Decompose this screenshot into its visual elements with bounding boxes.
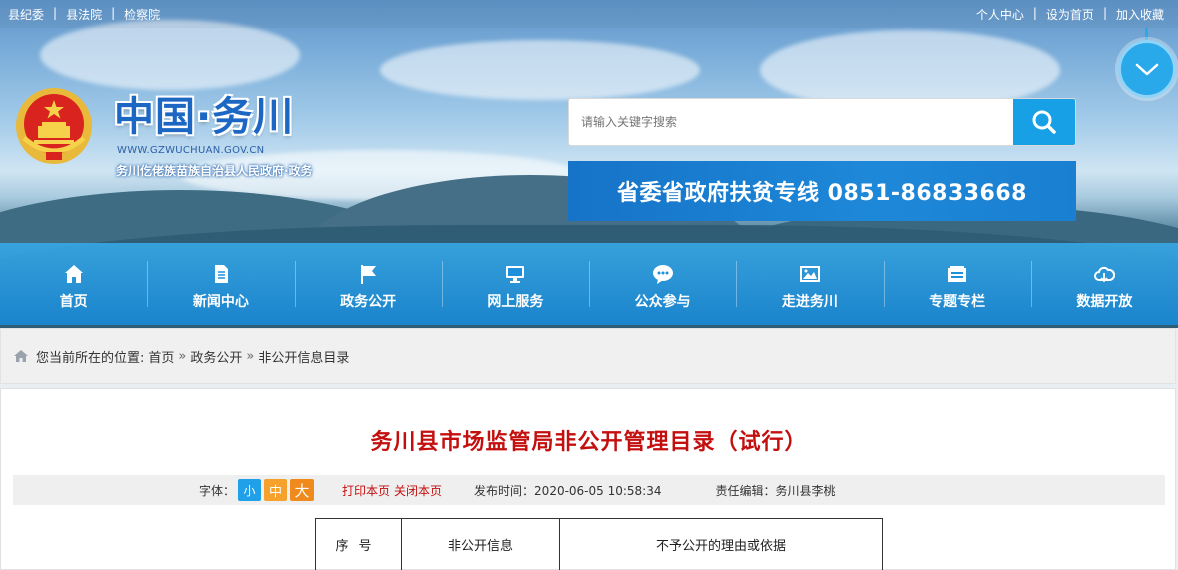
- responsible-editor: 责任编辑：务川县李桃: [715, 483, 836, 498]
- table-header-row: 序号 非公开信息 不予公开的理由或依据: [315, 518, 883, 570]
- nav-label: 专题专栏: [929, 294, 986, 310]
- search-icon: [1032, 110, 1056, 134]
- search-button[interactable]: [1013, 98, 1076, 146]
- poverty-hotline-banner[interactable]: 省委省政府扶贫专线 0851-86833668: [568, 161, 1076, 221]
- top-link-court[interactable]: 县法院: [66, 6, 102, 23]
- nav-label: 新闻中心: [192, 294, 249, 310]
- breadcrumb-prefix: 您当前所在的位置:: [36, 350, 145, 366]
- nav-item-news[interactable]: 新闻中心: [147, 243, 294, 325]
- directory-table: 序号 非公开信息 不予公开的理由或依据: [315, 518, 883, 570]
- breadcrumb-separator: »: [178, 348, 187, 364]
- nav-item-special-topics[interactable]: 专题专栏: [883, 243, 1031, 325]
- top-link-discipline[interactable]: 县纪委: [8, 6, 44, 23]
- font-medium-button[interactable]: 中: [264, 479, 288, 501]
- nav-item-public-participation[interactable]: 公众参与: [589, 243, 736, 325]
- table-header-reason: 不予公开的理由或依据: [559, 518, 883, 570]
- breadcrumb-current[interactable]: 非公开信息目录: [258, 347, 349, 366]
- breadcrumb: 您当前所在的位置: 首页 » 政务公开 » 非公开信息目录: [0, 328, 1176, 384]
- chat-icon: [652, 265, 673, 284]
- national-emblem-icon: [16, 88, 92, 164]
- cloud-icon: [1094, 266, 1116, 283]
- top-link-add-favorite[interactable]: 加入收藏: [1116, 6, 1164, 23]
- home-icon: [14, 350, 28, 362]
- picture-icon: [799, 266, 820, 282]
- nav-item-open-data[interactable]: 数据开放: [1030, 243, 1178, 325]
- article-title: 务川县市场监管局非公开管理目录（试行）: [370, 430, 808, 455]
- top-bar: 县纪委 | 县法院 | 检察院 个人中心 | 设为首页 | 加入收藏: [0, 0, 1178, 28]
- search-input[interactable]: [568, 98, 1014, 146]
- flag-icon: [361, 265, 377, 284]
- home-icon: [64, 265, 83, 283]
- nav-label: 走进务川: [781, 294, 838, 310]
- nav-label: 首页: [59, 294, 88, 310]
- breadcrumb-government-affairs[interactable]: 政务公开: [190, 347, 242, 366]
- site-logo-title[interactable]: 中国·务川: [114, 84, 294, 142]
- publish-time: 发布时间：2020-06-05 10:58:34: [474, 483, 662, 498]
- table-header-number: 序号: [315, 518, 402, 570]
- expand-toggle-button[interactable]: [1118, 40, 1176, 98]
- font-large-button[interactable]: 大: [290, 479, 315, 501]
- monitor-icon: [506, 266, 525, 283]
- nav-label: 政务公开: [340, 294, 397, 310]
- font-size-label: 字体：: [199, 483, 236, 498]
- breadcrumb-separator: »: [246, 348, 255, 364]
- top-link-set-homepage[interactable]: 设为首页: [1046, 6, 1094, 23]
- print-page-link[interactable]: 打印本页: [342, 482, 390, 499]
- nav-label: 网上服务: [487, 294, 544, 310]
- folder-icon: [948, 266, 967, 282]
- breadcrumb-home[interactable]: 首页: [148, 347, 174, 366]
- nav-item-home[interactable]: 首页: [0, 243, 147, 325]
- hotline-text: 省委省政府扶贫专线 0851-86833668: [617, 181, 1027, 206]
- nav-label: 公众参与: [634, 294, 691, 310]
- top-link-personal-center[interactable]: 个人中心: [976, 6, 1024, 23]
- chevron-down-icon: [1135, 63, 1159, 76]
- article-content: 务川县市场监管局非公开管理目录（试行） 字体： 小 中 大 打印本页 关闭本页 …: [0, 388, 1176, 570]
- font-small-button[interactable]: 小: [238, 479, 262, 501]
- nav-item-about-wuchuan[interactable]: 走进务川: [736, 243, 883, 325]
- nav-item-online-service[interactable]: 网上服务: [441, 243, 589, 325]
- nav-label: 数据开放: [1076, 294, 1133, 310]
- site-url: WWW.GZWUCHUAN.GOV.CN: [117, 145, 265, 156]
- document-icon: [214, 265, 228, 283]
- main-nav: 首页 新闻中心 政务公开 网上服务 公众参与 走进务川 专题专栏 数据开放: [0, 243, 1178, 325]
- nav-item-government-affairs[interactable]: 政务公开: [294, 243, 442, 325]
- table-header-info: 非公开信息: [401, 518, 560, 570]
- top-link-procuratorate[interactable]: 检察院: [124, 6, 160, 23]
- close-page-link[interactable]: 关闭本页: [394, 482, 442, 499]
- article-meta-bar: 字体： 小 中 大 打印本页 关闭本页 发布时间：2020-06-05 10:5…: [13, 475, 1165, 505]
- site-subtitle: 务川仡佬族苗族自治县人民政府·政务: [116, 164, 313, 178]
